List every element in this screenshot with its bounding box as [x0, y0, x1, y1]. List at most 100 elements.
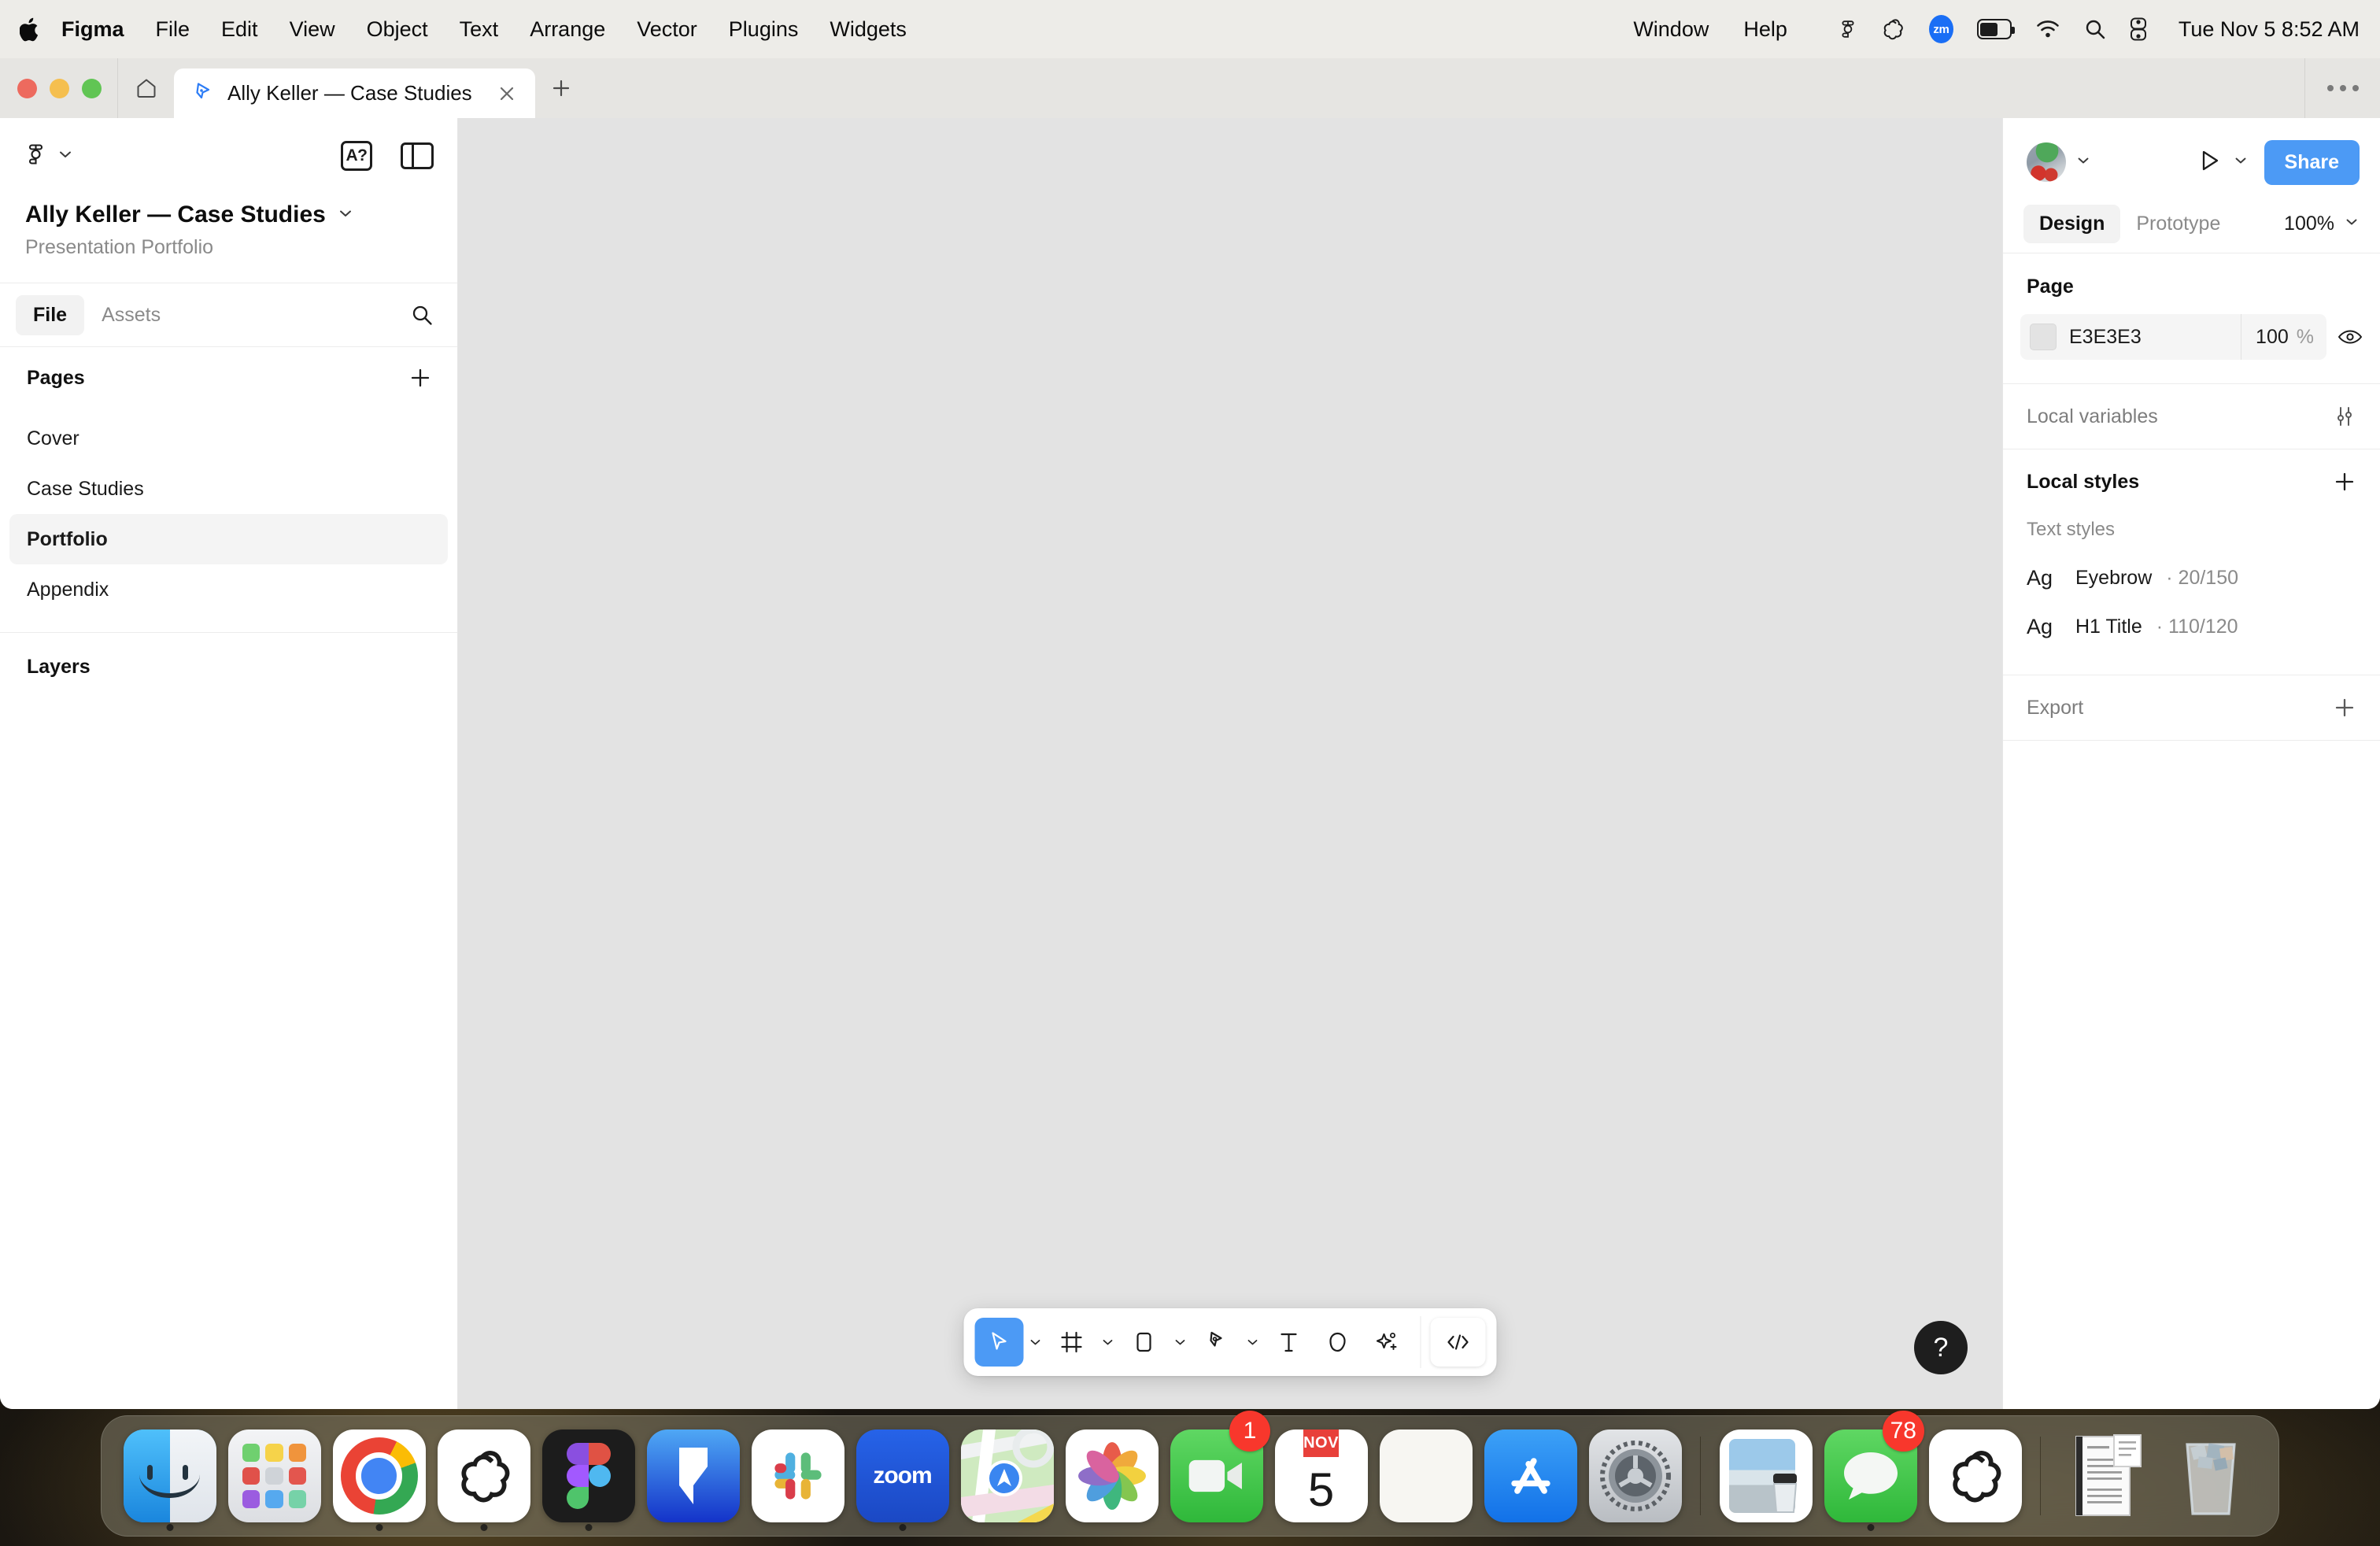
- local-variables-label[interactable]: Local variables: [2027, 405, 2158, 428]
- user-menu-button[interactable]: [2027, 142, 2091, 182]
- page-fill-field[interactable]: E3E3E3 100 %: [2020, 314, 2326, 360]
- page-item-portfolio[interactable]: Portfolio: [9, 514, 448, 564]
- menu-item-help[interactable]: Help: [1726, 18, 1805, 40]
- wifi-icon[interactable]: [2035, 19, 2060, 39]
- page-item-case-studies[interactable]: Case Studies: [9, 464, 448, 514]
- add-export-button[interactable]: [2333, 696, 2356, 719]
- question-mark-icon: ?: [1933, 1332, 1949, 1363]
- dock-item-maps[interactable]: [955, 1415, 1059, 1537]
- variables-sliders-icon[interactable]: [2333, 405, 2356, 428]
- share-button[interactable]: Share: [2264, 139, 2360, 185]
- frame-tool-chevron-down-icon[interactable]: [1096, 1318, 1120, 1367]
- dock-item-preview[interactable]: [1713, 1415, 1818, 1537]
- control-center-icon[interactable]: [2130, 17, 2147, 41]
- dock-item-framer[interactable]: [641, 1415, 745, 1537]
- shape-tool-chevron-down-icon[interactable]: [1169, 1318, 1192, 1367]
- fill-hex-value[interactable]: E3E3E3: [2069, 326, 2142, 349]
- window-more-menu-button[interactable]: [2304, 58, 2380, 118]
- dock-item-notes[interactable]: [1373, 1415, 1478, 1537]
- battery-icon[interactable]: [1976, 19, 2015, 39]
- tab-file[interactable]: File: [16, 294, 85, 335]
- add-page-button[interactable]: [408, 366, 432, 390]
- menu-item-edit[interactable]: Edit: [205, 18, 274, 40]
- toolbar-group-move: [974, 1318, 1048, 1367]
- menu-item-plugins[interactable]: Plugins: [713, 18, 815, 40]
- move-tool-chevron-down-icon[interactable]: [1024, 1318, 1048, 1367]
- file-name-chevron-down-icon[interactable]: [337, 205, 354, 226]
- figma-body: A? Ally Keller — Case Studies Presentati…: [0, 118, 2380, 1409]
- help-button[interactable]: ?: [1914, 1321, 1968, 1374]
- maximize-window-button[interactable]: [82, 78, 102, 98]
- pen-tool-button[interactable]: [1192, 1318, 1241, 1367]
- file-name[interactable]: Ally Keller — Case Studies: [25, 202, 326, 228]
- zoom-control[interactable]: 100%: [2284, 213, 2360, 235]
- tab-prototype[interactable]: Prototype: [2120, 205, 2236, 243]
- menu-item-window[interactable]: Window: [1616, 18, 1726, 40]
- minimize-window-button[interactable]: [50, 78, 69, 98]
- menu-item-arrange[interactable]: Arrange: [514, 18, 621, 40]
- comment-tool-button[interactable]: [1314, 1318, 1362, 1367]
- running-indicator: [375, 1524, 382, 1531]
- actions-tool-button[interactable]: [1362, 1318, 1411, 1367]
- text-tool-button[interactable]: [1265, 1318, 1314, 1367]
- search-icon[interactable]: [410, 303, 434, 327]
- figma-menu-icon[interactable]: [1839, 17, 1857, 42]
- file-subtitle: Presentation Portfolio: [25, 236, 214, 258]
- dock-item-figma[interactable]: [536, 1415, 641, 1537]
- dock-item-app-store[interactable]: [1478, 1415, 1583, 1537]
- browser-tab-active[interactable]: Ally Keller — Case Studies: [174, 68, 535, 118]
- color-swatch[interactable]: [2030, 324, 2057, 350]
- dock-item-chatgpt[interactable]: [431, 1415, 536, 1537]
- dock-item-finder[interactable]: [117, 1415, 222, 1537]
- pen-tool-chevron-down-icon[interactable]: [1241, 1318, 1265, 1367]
- menu-item-figma[interactable]: Figma: [46, 18, 140, 40]
- menu-item-vector[interactable]: Vector: [621, 18, 713, 40]
- panel-toggle-icon[interactable]: [401, 142, 434, 169]
- tab-assets[interactable]: Assets: [84, 295, 178, 335]
- add-style-button[interactable]: [2333, 470, 2356, 494]
- dock-item-messages[interactable]: 78: [1818, 1411, 1924, 1537]
- apple-logo-icon[interactable]: [19, 16, 42, 43]
- home-icon[interactable]: [117, 58, 174, 118]
- menu-item-widgets[interactable]: Widgets: [814, 18, 922, 40]
- close-window-button[interactable]: [17, 78, 37, 98]
- text-style-eyebrow[interactable]: Ag Eyebrow · 20/150: [2003, 553, 2380, 602]
- openai-menu-icon[interactable]: [1880, 17, 1905, 42]
- menu-item-object[interactable]: Object: [351, 18, 444, 40]
- zoom-menu-icon[interactable]: zm: [1928, 15, 1953, 43]
- frame-tool-button[interactable]: [1048, 1318, 1096, 1367]
- page-item-cover[interactable]: Cover: [9, 413, 448, 464]
- dock-item-documents-stack[interactable]: [2053, 1415, 2158, 1537]
- menu-item-view[interactable]: View: [274, 18, 351, 40]
- tab-design[interactable]: Design: [2023, 205, 2121, 243]
- dock-item-facetime[interactable]: 1: [1164, 1411, 1270, 1537]
- dock-item-slack[interactable]: [745, 1415, 850, 1537]
- dock-item-trash[interactable]: [2158, 1415, 2263, 1537]
- text-style-h1-title[interactable]: Ag H1 Title · 110/120: [2003, 602, 2380, 651]
- present-play-icon[interactable]: [2198, 148, 2222, 177]
- dock-item-zoom[interactable]: zoom: [850, 1415, 955, 1537]
- dock-item-launchpad[interactable]: [222, 1415, 327, 1537]
- dev-mode-button[interactable]: [1430, 1318, 1486, 1367]
- present-chevron-down-icon[interactable]: [2233, 153, 2249, 172]
- toolbar-group-frame: [1048, 1318, 1120, 1367]
- menu-item-text[interactable]: Text: [444, 18, 515, 40]
- font-help-button[interactable]: A?: [341, 141, 372, 171]
- dock-item-photos[interactable]: [1059, 1415, 1164, 1537]
- page-item-appendix[interactable]: Appendix: [9, 564, 448, 615]
- close-icon[interactable]: [493, 80, 521, 108]
- dock-item-chatgpt-2[interactable]: [1923, 1415, 2027, 1537]
- rectangle-tool-button[interactable]: [1120, 1318, 1169, 1367]
- move-tool-button[interactable]: [974, 1318, 1024, 1367]
- dock-item-calendar[interactable]: NOV 5: [1269, 1415, 1373, 1537]
- figma-main-menu-button[interactable]: [25, 139, 74, 173]
- new-tab-button[interactable]: [535, 58, 587, 118]
- eye-icon[interactable]: [2338, 327, 2363, 346]
- dock-item-system-settings[interactable]: [1583, 1415, 1687, 1537]
- dock-item-chrome[interactable]: [327, 1415, 431, 1537]
- fill-opacity-value[interactable]: 100: [2256, 326, 2289, 349]
- menu-item-file[interactable]: File: [140, 18, 206, 40]
- spotlight-search-icon[interactable]: [2084, 18, 2106, 40]
- menu-bar-clock[interactable]: Tue Nov 5 8:52 AM: [2179, 17, 2360, 42]
- design-canvas[interactable]: ?: [458, 118, 2002, 1409]
